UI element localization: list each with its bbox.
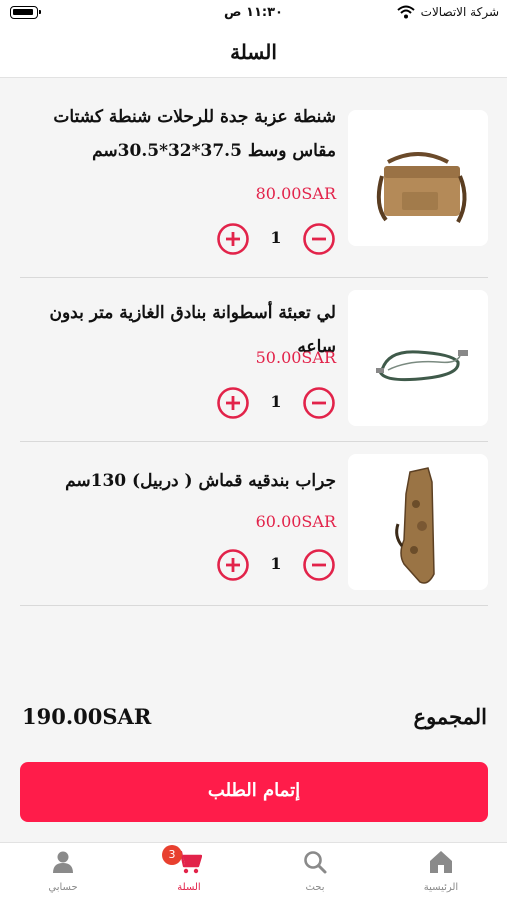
total-label: المجموع: [413, 704, 487, 729]
product-price: 50.00SAR: [255, 348, 336, 367]
cart-item: جراب بندقيه قماش ( دربيل) 130سم 60.00SAR…: [20, 444, 488, 606]
tab-label: الرئيسية: [423, 882, 459, 893]
decrease-quantity-button[interactable]: [302, 386, 336, 420]
product-name-line: مقاس وسط 37.5*32*30.5سم: [92, 141, 336, 161]
quantity-value: 1: [270, 392, 282, 411]
decrease-quantity-button[interactable]: [302, 222, 336, 256]
quantity-stepper: 1: [216, 222, 336, 256]
quantity-stepper: 1: [216, 386, 336, 420]
increase-quantity-button[interactable]: [216, 222, 250, 256]
product-price: 60.00SAR: [255, 512, 336, 531]
checkout-button[interactable]: إتمام الطلب: [20, 762, 488, 822]
tab-cart[interactable]: السلة: [126, 843, 252, 900]
status-bar: ١١:٣٠ ص شركة الاتصالات: [0, 0, 507, 30]
nav-bar: السلة: [0, 30, 507, 78]
quantity-value: 1: [270, 228, 282, 247]
home-icon: [430, 851, 452, 873]
cart-item: لي تعبئة أسطوانة بنادق الغازية متر بدون …: [20, 280, 488, 442]
product-name-line: شنطة عزبة جدة للرحلات شنطة كشتات: [53, 107, 336, 127]
tab-label: السلة: [177, 882, 201, 893]
tab-account[interactable]: حسابي: [0, 843, 126, 900]
person-icon: [53, 851, 73, 873]
carrier-name: شركة الاتصالات: [420, 5, 499, 19]
tab-label: بحث: [305, 882, 325, 893]
wifi-icon: [397, 5, 415, 19]
product-name: جراب بندقيه قماش ( دربيل) 130سم: [20, 464, 336, 498]
product-name-line: جراب بندقيه قماش ( دربيل) 130سم: [65, 471, 336, 491]
tab-bar: حسابي السلة بحث الرئيسية: [0, 842, 507, 900]
tab-label: حسابي: [48, 882, 78, 893]
cart-item: شنطة عزبة جدة للرحلات شنطة كشتات مقاس وس…: [20, 100, 488, 278]
increase-quantity-button[interactable]: [216, 548, 250, 582]
increase-quantity-button[interactable]: [216, 386, 250, 420]
product-price: 80.00SAR: [255, 184, 336, 203]
total-value: 190.00SAR: [22, 704, 152, 729]
decrease-quantity-button[interactable]: [302, 548, 336, 582]
product-image-rifle-case[interactable]: [348, 454, 488, 590]
product-name: شنطة عزبة جدة للرحلات شنطة كشتات مقاس وس…: [20, 100, 336, 168]
cart-count-badge: 3: [162, 845, 182, 865]
quantity-value: 1: [270, 554, 282, 573]
product-image-hose[interactable]: [348, 290, 488, 426]
tab-search[interactable]: بحث: [252, 843, 378, 900]
quantity-stepper: 1: [216, 548, 336, 582]
search-icon: [304, 851, 327, 874]
tab-home[interactable]: الرئيسية: [378, 843, 504, 900]
page-title: السلة: [230, 40, 277, 64]
product-image-bag[interactable]: [348, 110, 488, 246]
